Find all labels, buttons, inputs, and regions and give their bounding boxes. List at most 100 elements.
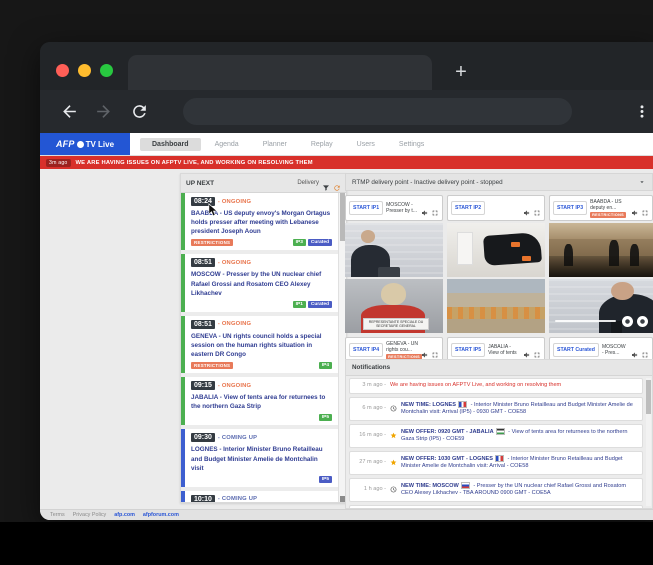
up-next-header: UP NEXT Delivery — [181, 174, 346, 193]
incident-alert-banner: 3m ago WE ARE HAVING ISSUES ON AFPTV LIV… — [40, 156, 653, 169]
france-flag-icon — [495, 455, 504, 462]
notifications-scrollbar[interactable] — [646, 378, 651, 506]
fullscreen-icon[interactable] — [641, 204, 649, 212]
fullscreen-icon[interactable] — [641, 346, 649, 354]
afp-tv-live-app: AFP TV Live Dashboard Agenda Planner Rep… — [40, 133, 653, 520]
start-ip2-button[interactable]: START IP2 — [451, 201, 485, 215]
video-player-moscow-curated[interactable] — [549, 279, 653, 333]
clock-icon — [390, 486, 397, 493]
tab-dashboard[interactable]: Dashboard — [140, 138, 201, 151]
privacy-policy-link[interactable]: Privacy Policy — [73, 512, 107, 518]
start-time-chip: 08:51 — [191, 320, 215, 329]
player-tile-ip3: START IP3 BAABDA - US deputy en... RESTR… — [549, 195, 653, 221]
up-next-item[interactable]: 10:10 - COMING UP GDANSK - Ursula von de… — [181, 491, 338, 502]
mute-icon[interactable] — [631, 204, 639, 212]
browser-menu-icon[interactable] — [634, 102, 650, 121]
filter-funnel-icon[interactable] — [322, 179, 330, 187]
maximize-window-button[interactable] — [100, 64, 113, 77]
terms-link[interactable]: Terms — [50, 512, 65, 518]
back-icon[interactable] — [60, 102, 79, 121]
status-label: - COMING UP — [218, 496, 257, 502]
start-curated-button[interactable]: START Curated — [553, 343, 599, 357]
notification-time: 6 m ago - — [356, 405, 386, 413]
start-ip1-button[interactable]: START IP1 — [349, 201, 383, 215]
close-window-button[interactable] — [56, 64, 69, 77]
tab-planner[interactable]: Planner — [251, 138, 299, 151]
start-ip5-button[interactable]: START IP5 — [451, 343, 485, 357]
up-next-item[interactable]: 08:24 - ONGOING BAABDA - US deputy envoy… — [181, 193, 338, 250]
up-next-item[interactable]: 09:30 - COMING UP LOGNES - Interior Mini… — [181, 429, 338, 486]
url-bar[interactable] — [183, 98, 572, 125]
status-color-bar — [181, 377, 185, 425]
notification-time: 1 h ago - — [356, 486, 386, 494]
france-flag-icon — [458, 401, 467, 408]
notification-row[interactable]: 1 h ago - NEW OFFER: 0800 GMT - AL-ZAWAY… — [349, 505, 643, 509]
video-player-moscow-presser[interactable] — [345, 223, 443, 277]
restrictions-badge: RESTRICTIONS — [191, 362, 233, 369]
delivery-point-header[interactable]: RTMP delivery point - Inactive delivery … — [345, 173, 653, 191]
tab-settings[interactable]: Settings — [387, 138, 436, 151]
delivery-filter-label: Delivery — [297, 180, 319, 186]
notification-row[interactable]: 3 m ago - We are having issues on AFPTV … — [349, 378, 643, 394]
fullscreen-icon[interactable] — [533, 346, 541, 354]
video-progress-bar[interactable] — [555, 320, 615, 322]
logo-afp-text: AFP — [56, 139, 75, 149]
status-label: - ONGOING — [218, 199, 251, 205]
up-next-item[interactable]: 08:51 - ONGOING MOSCOW - Presser by the … — [181, 254, 338, 311]
new-tab-button[interactable]: + — [448, 59, 474, 85]
up-next-item[interactable]: 08:51 - ONGOING GENEVA - UN rights counc… — [181, 316, 338, 373]
status-color-bar — [181, 429, 185, 486]
afp-globe-icon — [77, 141, 84, 148]
status-label: - COMING UP — [218, 435, 257, 441]
fullscreen-icon[interactable] — [431, 204, 439, 212]
notification-row[interactable]: 27 m ago - NEW OFFER: 1030 GMT - LOGNES … — [349, 451, 643, 475]
video-player-baabda-pressroom[interactable] — [549, 223, 653, 277]
palestine-flag-icon — [496, 428, 505, 435]
delivery-badge: IP3 — [293, 239, 306, 246]
video-player-geneva-speaker[interactable]: REPRESENTANTE SPECIALE DU SECRETAIRE GEN… — [345, 279, 443, 333]
tab-replay[interactable]: Replay — [299, 138, 345, 151]
browser-tab-strip: + — [40, 42, 653, 90]
tab-agenda[interactable]: Agenda — [203, 138, 251, 151]
up-next-list: 08:24 - ONGOING BAABDA - US deputy envoy… — [181, 193, 346, 502]
notifications-header: Notifications — [346, 360, 652, 376]
forward-icon[interactable] — [94, 102, 113, 121]
tab-users[interactable]: Users — [345, 138, 387, 151]
stream-title: GENEVA - UN rights cou... — [386, 341, 418, 353]
mute-icon[interactable] — [421, 204, 429, 212]
afp-tv-live-logo[interactable]: AFP TV Live — [40, 133, 130, 155]
delivery-badge: Curated — [308, 301, 332, 308]
chevron-down-icon[interactable] — [638, 178, 646, 186]
notification-text: NEW OFFER: 1030 GMT - LOGNES - Interior … — [401, 455, 636, 471]
mute-icon[interactable] — [523, 204, 531, 212]
delivery-badge: Curated — [308, 239, 332, 246]
notifications-title: Notifications — [352, 364, 390, 371]
video-volume-button[interactable] — [637, 316, 648, 327]
start-ip4-button[interactable]: START IP4 — [349, 343, 383, 357]
afp-com-link[interactable]: afp.com — [114, 512, 135, 518]
afpforum-com-link[interactable]: afpforum.com — [143, 512, 179, 518]
notification-row[interactable]: 6 m ago - NEW TIME: LOGNES - Interior Mi… — [349, 397, 643, 421]
browser-tab[interactable] — [128, 55, 432, 90]
event-title: JABALIA - View of tents area for returne… — [191, 393, 332, 411]
notifications-panel: Notifications 3 m ago - We are having is… — [345, 359, 653, 509]
sync-icon[interactable] — [333, 179, 341, 187]
video-player-jabalia-aerial[interactable] — [447, 279, 545, 333]
notification-row[interactable]: 16 m ago - NEW OFFER: 0920 GMT - JABALIA… — [349, 424, 643, 448]
video-settings-button[interactable] — [622, 316, 633, 327]
mute-icon[interactable] — [631, 346, 639, 354]
reload-icon[interactable] — [130, 102, 149, 121]
minimize-window-button[interactable] — [78, 64, 91, 77]
video-player-ip2-showroom[interactable] — [447, 223, 545, 277]
start-time-chip: 09:15 — [191, 381, 215, 390]
notification-row[interactable]: 1 h ago - NEW TIME: MOSCOW - Presser by … — [349, 478, 643, 502]
stream-title: BAABDA - US deputy en... — [590, 199, 628, 211]
start-ip3-button[interactable]: START IP3 — [553, 201, 587, 215]
scrollbar-thumb[interactable] — [646, 380, 651, 414]
up-next-item[interactable]: 09:15 - ONGOING JABALIA - View of tents … — [181, 377, 338, 425]
fullscreen-icon[interactable] — [533, 204, 541, 212]
fullscreen-icon[interactable] — [431, 346, 439, 354]
player-tile-ip1: START IP1 MOSCOW - Presser by t... — [345, 195, 443, 221]
mute-icon[interactable] — [523, 346, 531, 354]
mute-icon[interactable] — [421, 346, 429, 354]
